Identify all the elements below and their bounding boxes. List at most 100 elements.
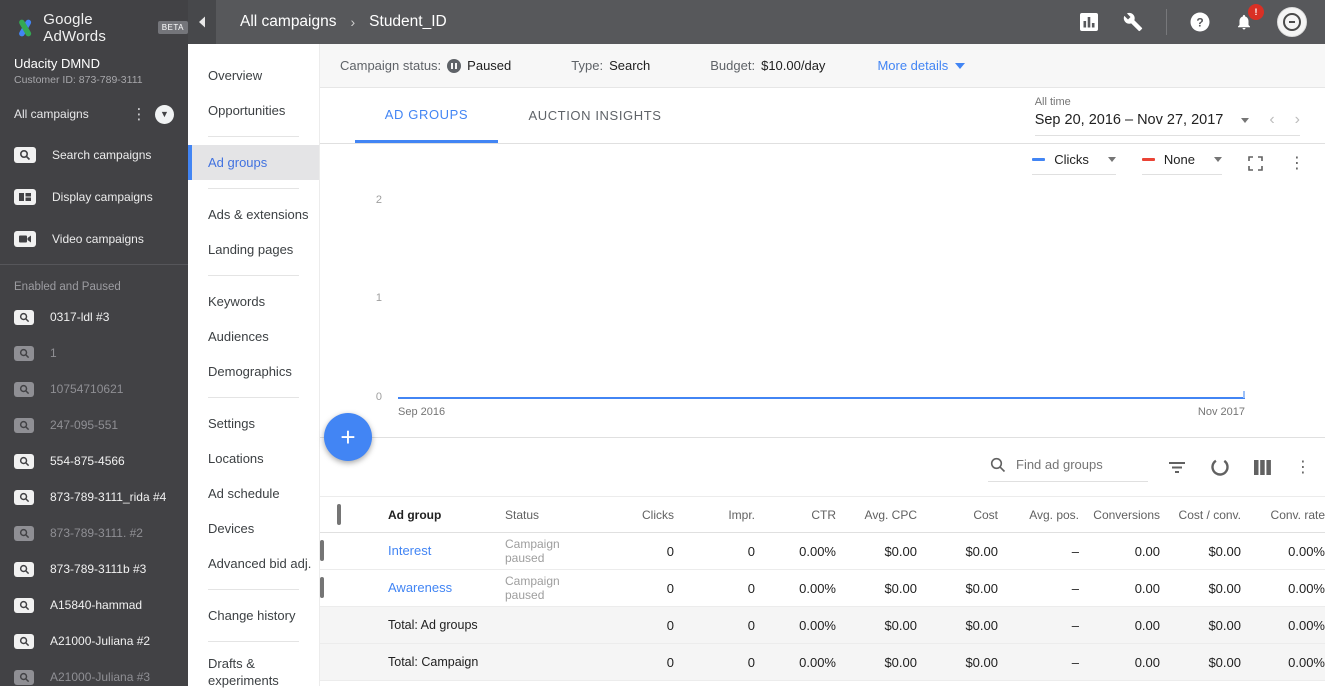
col-status[interactable]: Status	[505, 497, 593, 533]
segment-icon[interactable]	[1210, 457, 1230, 477]
row-checkbox[interactable]	[320, 540, 324, 561]
total-label: Total: Campaign	[388, 655, 479, 669]
col-clicks[interactable]: Clicks	[593, 497, 674, 533]
help-icon[interactable]: ?	[1189, 11, 1211, 33]
notifications-bell-icon[interactable]: !	[1233, 4, 1264, 33]
cell-impr: 0	[747, 654, 755, 670]
date-range-picker[interactable]: All time Sep 20, 2016 – Nov 27, 2017 ‹ ›	[1034, 96, 1300, 136]
nav-item-audiences[interactable]: Audiences	[188, 319, 319, 354]
sidebar-item-search-campaigns[interactable]: Search campaigns	[0, 134, 188, 176]
cell-clicks: 0	[666, 543, 674, 559]
tab-auction-insights[interactable]: AUCTION INSIGHTS	[520, 88, 670, 143]
scope-expand-button[interactable]: ▼	[155, 104, 174, 124]
campaign-name: A21000-Juliana #2	[50, 634, 151, 648]
breadcrumb-all-campaigns[interactable]: All campaigns	[240, 13, 337, 31]
expand-chart-icon[interactable]	[1248, 156, 1263, 171]
tab-ad-groups[interactable]: AD GROUPS	[355, 88, 498, 143]
scope-more-icon[interactable]: ⋮	[131, 107, 147, 122]
search-input[interactable]	[1016, 457, 1134, 472]
campaign-item[interactable]: 554-875-4566	[0, 443, 188, 479]
col-conv-rate[interactable]: Conv. rate	[1241, 497, 1325, 533]
sidebar-item-label: Video campaigns	[52, 232, 144, 246]
cell-conv-rate: 0.00%	[1288, 580, 1325, 596]
metric-selector-1[interactable]: Clicks	[1032, 152, 1116, 175]
col-cost[interactable]: Cost	[917, 497, 998, 533]
campaign-item[interactable]: A15840-hammad	[0, 587, 188, 623]
campaign-item[interactable]: 873-789-3111b #3	[0, 551, 188, 587]
series-end-tick	[1243, 391, 1245, 398]
y-axis-tick: 0	[375, 391, 382, 403]
avatar[interactable]	[1277, 7, 1307, 37]
x-axis-tick: Sep 2016	[398, 406, 446, 418]
find-ad-groups-search[interactable]	[988, 453, 1148, 482]
tools-wrench-icon[interactable]	[1122, 11, 1144, 33]
nav-item-advanced-bid-adj[interactable]: Advanced bid adj.	[188, 546, 319, 581]
campaign-status-value: Paused	[467, 58, 512, 73]
search-campaign-icon	[14, 597, 34, 613]
col-avg-cpc[interactable]: Avg. CPC	[836, 497, 917, 533]
nav-item-landing-pages[interactable]: Landing pages	[188, 232, 319, 267]
ad-group-link[interactable]: Interest	[388, 543, 431, 558]
nav-item-ad-groups[interactable]: Ad groups	[188, 145, 319, 180]
nav-item-locations[interactable]: Locations	[188, 441, 319, 476]
nav-item-drafts-experiments[interactable]: Drafts & experiments	[188, 650, 319, 696]
col-cost-conv[interactable]: Cost / conv.	[1160, 497, 1241, 533]
date-prev-icon[interactable]: ‹	[1269, 111, 1274, 129]
campaign-item[interactable]: 0317-ldl #3	[0, 299, 188, 335]
metric-selector-2[interactable]: None	[1141, 152, 1222, 175]
campaign-item[interactable]: 247-095-551	[0, 407, 188, 443]
more-details-link[interactable]: More details	[877, 58, 966, 73]
search-campaign-icon	[14, 669, 34, 685]
sidebar-item-display-campaigns[interactable]: Display campaigns	[0, 176, 188, 218]
add-ad-group-button[interactable]: +	[324, 413, 372, 461]
reports-icon[interactable]	[1078, 11, 1100, 33]
nav-item-settings[interactable]: Settings	[188, 406, 319, 441]
collapse-sidebar-button[interactable]	[188, 0, 216, 44]
budget-label: Budget:	[710, 58, 756, 73]
col-ad-group[interactable]: Ad group	[388, 497, 505, 533]
chart-controls: Clicks None ⋮	[1032, 152, 1305, 175]
nav-item-devices[interactable]: Devices	[188, 511, 319, 546]
paused-icon	[447, 58, 462, 73]
campaign-item[interactable]: 873-789-3111. #2	[0, 515, 188, 551]
table-row: Interest Campaign paused 0 0 0.00% $0.00…	[320, 533, 1325, 570]
columns-icon[interactable]	[1254, 459, 1271, 475]
campaign-item[interactable]: 873-789-3111_rida #4	[0, 479, 188, 515]
chevron-down-icon	[1107, 157, 1116, 162]
ad-group-link[interactable]: Awareness	[388, 580, 452, 595]
svg-text:?: ?	[1196, 16, 1203, 30]
nav-item-keywords[interactable]: Keywords	[188, 284, 319, 319]
nav-item-change-history[interactable]: Change history	[188, 598, 319, 633]
nav-item-overview[interactable]: Overview	[188, 58, 319, 93]
sidebar-item-video-campaigns[interactable]: Video campaigns	[0, 218, 188, 260]
campaign-item[interactable]: 10754710621	[0, 371, 188, 407]
col-ctr[interactable]: CTR	[755, 497, 836, 533]
x-axis-labels: Sep 2016 Nov 2017	[398, 406, 1245, 418]
nav-item-opportunities[interactable]: Opportunities	[188, 93, 319, 128]
col-avg-pos[interactable]: Avg. pos.	[998, 497, 1079, 533]
campaign-name: A15840-hammad	[50, 598, 143, 612]
campaign-item[interactable]: 1	[0, 335, 188, 371]
date-next-icon[interactable]: ›	[1295, 111, 1300, 129]
search-campaign-icon	[14, 417, 34, 433]
table-more-icon[interactable]: ⋮	[1295, 459, 1311, 475]
nav-item-ads-extensions[interactable]: Ads & extensions	[188, 197, 319, 232]
campaign-item[interactable]: A21000-Juliana #2	[0, 623, 188, 659]
col-impr[interactable]: Impr.	[674, 497, 755, 533]
topbar-actions: ? !	[1078, 4, 1325, 37]
cell-conversions: 0.00	[1134, 617, 1160, 633]
select-all-checkbox[interactable]	[337, 503, 341, 525]
filter-icon[interactable]	[1168, 460, 1186, 474]
customer-id: Customer ID: 873-789-3111	[14, 74, 143, 86]
chart-more-icon[interactable]: ⋮	[1289, 156, 1305, 172]
topbar-divider	[1166, 9, 1167, 35]
display-campaigns-icon	[14, 189, 36, 205]
nav-item-ad-schedule[interactable]: Ad schedule	[188, 476, 319, 511]
campaign-item[interactable]: A21000-Juliana #3	[0, 659, 188, 695]
date-dropdown-icon	[1241, 117, 1250, 123]
col-conversions[interactable]: Conversions	[1079, 497, 1160, 533]
cell-avg-pos: –	[1071, 580, 1079, 596]
row-checkbox[interactable]	[320, 577, 324, 598]
cell-cost-conv: $0.00	[1208, 580, 1241, 596]
nav-item-demographics[interactable]: Demographics	[188, 354, 319, 389]
